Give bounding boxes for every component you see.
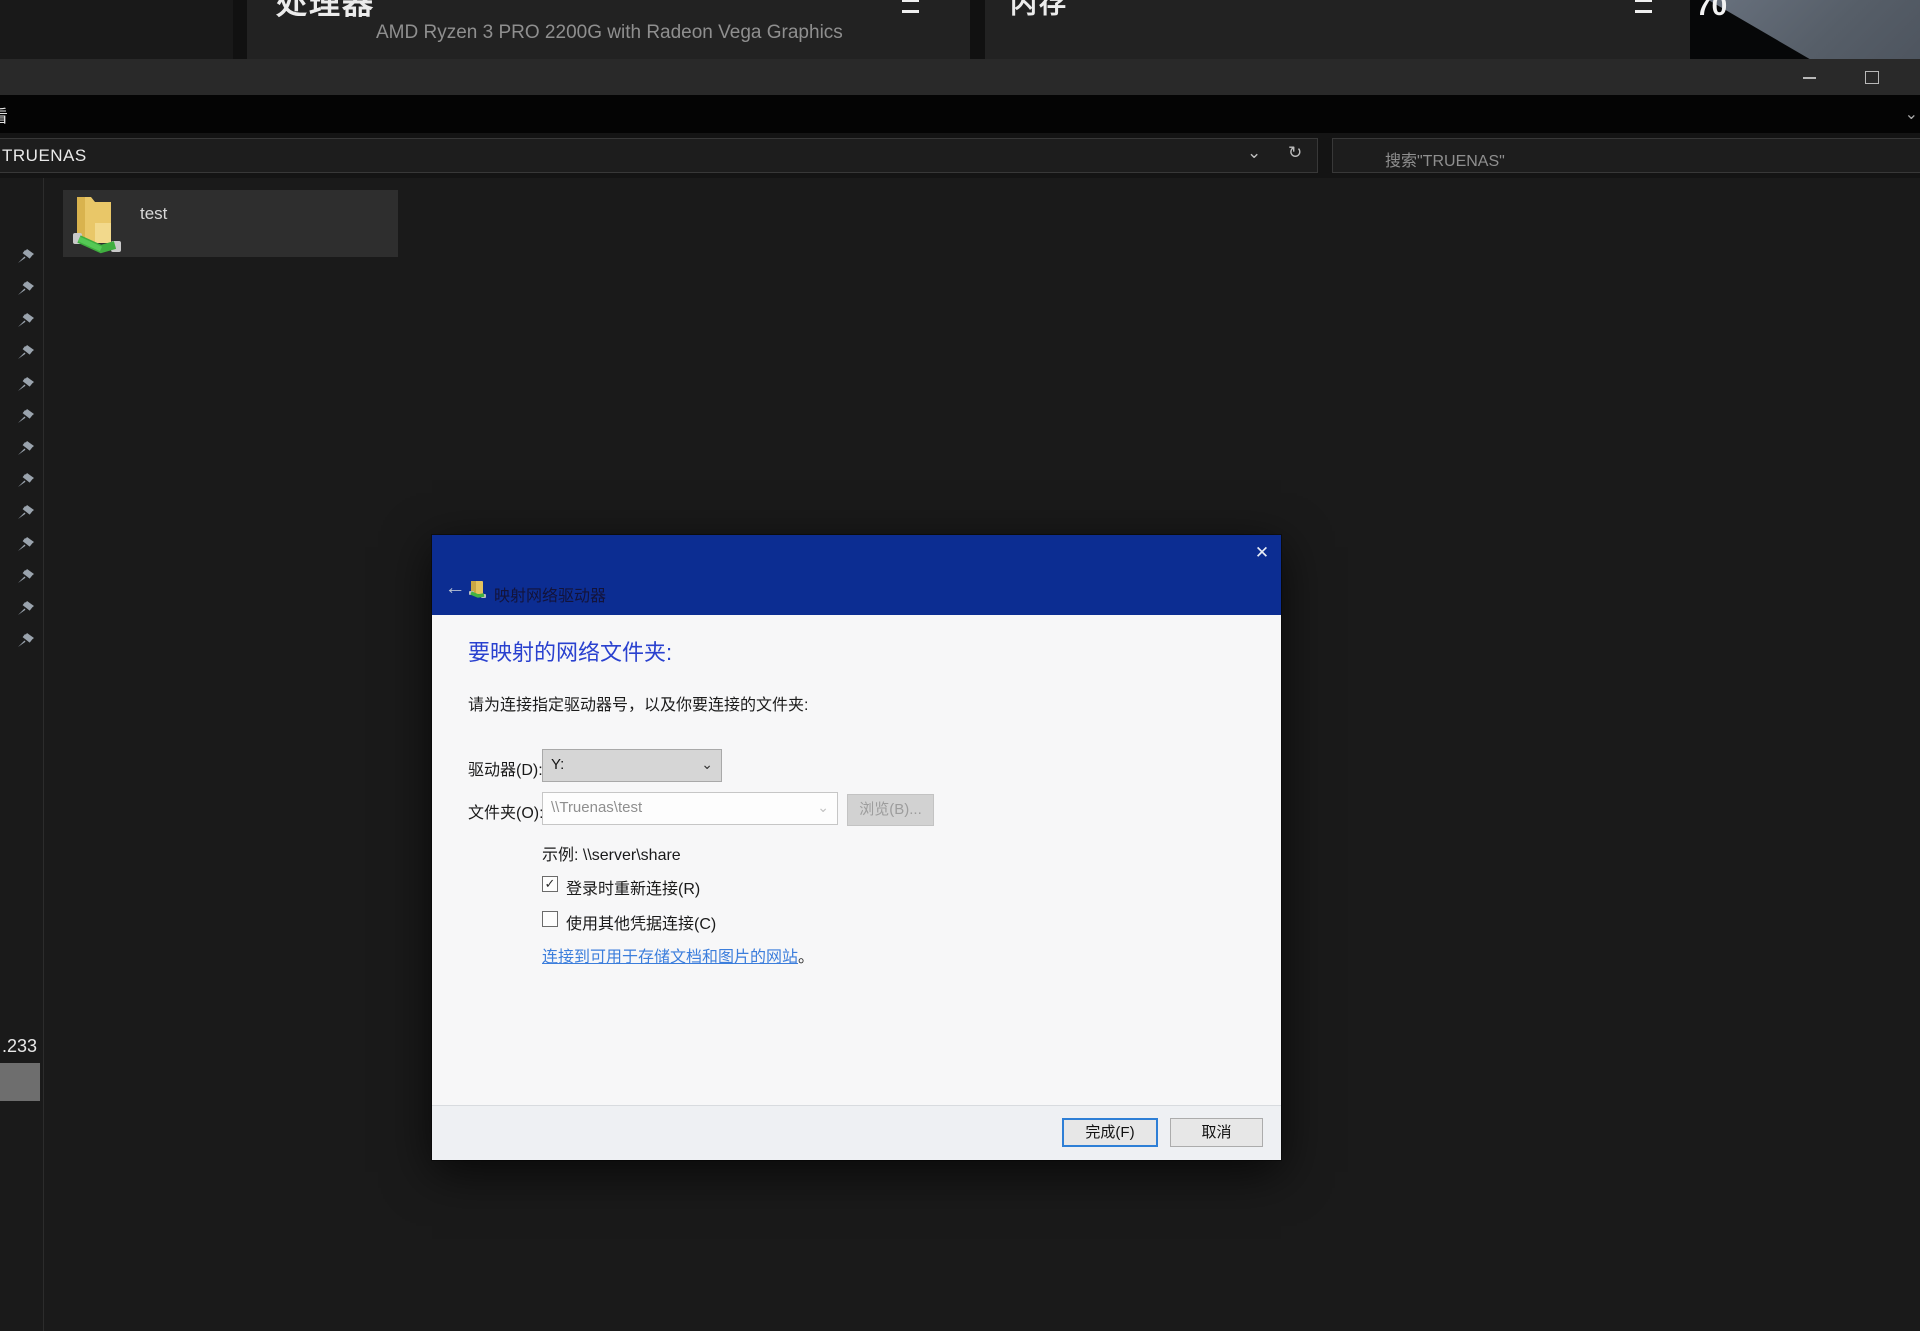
dialog-subtitle: 请为连接指定驱动器号，以及你要连接的文件夹: (468, 697, 809, 714)
wallpaper-partial-text: 70 (1696, 0, 1728, 21)
pin-icon[interactable] (15, 310, 37, 332)
address-bar[interactable]: TRUENAS ⌄ ↻ (0, 138, 1318, 173)
explorer-menubar: 看 ⌄ (0, 95, 1920, 133)
search-text: 搜索"TRUENAS" (1385, 153, 1505, 170)
drive-select[interactable]: Y: ⌄ (542, 749, 722, 782)
website-link-row: 连接到可用于存储文档和图片的网站。 (542, 943, 814, 967)
pin-icon[interactable] (15, 374, 37, 396)
example-text: 示例: \\server\share (542, 847, 681, 864)
pin-icon[interactable] (15, 438, 37, 460)
screen: 处理器 AMD Ryzen 3 PRO 2200G with Radeon Ve… (0, 0, 1920, 1331)
cpu-pane-title: 处理器 (276, 0, 375, 21)
minimize-icon (1803, 77, 1816, 79)
menu-icon[interactable] (902, 0, 919, 13)
folder-combobox[interactable]: \\Truenas\test ⌄ (542, 792, 838, 825)
explorer-titlebar (0, 59, 1920, 95)
menu-item-view-partial[interactable]: 看 (0, 102, 8, 127)
pin-icon[interactable] (15, 534, 37, 556)
dialog-footer: 完成(F) 取消 (432, 1105, 1281, 1160)
dialog-titlebar: ✕ ← 映射网络驱动器 (432, 535, 1281, 615)
search-box[interactable]: 搜索"TRUENAS" (1332, 138, 1920, 173)
pin-icon[interactable] (15, 246, 37, 268)
chevron-down-icon: ⌄ (701, 756, 713, 772)
pin-icon[interactable] (15, 502, 37, 524)
pane-divider (970, 0, 985, 59)
sidebar-item-ip-partial[interactable]: .233 (2, 1036, 37, 1057)
file-name: test (140, 204, 168, 223)
explorer-navigation-row: TRUENAS ⌄ ↻ 搜索"TRUENAS" (0, 133, 1920, 178)
cpu-pane-subtitle: AMD Ryzen 3 PRO 2200G with Radeon Vega G… (376, 22, 843, 43)
folder-label: 文件夹(O): (468, 805, 544, 822)
link-suffix: 。 (798, 949, 815, 966)
maximize-icon (1865, 71, 1879, 84)
file-item-test[interactable]: test (63, 190, 398, 257)
reconnect-label: 登录时重新连接(R) (566, 881, 701, 898)
menu-icon[interactable] (1635, 0, 1652, 13)
map-drive-icon (469, 581, 486, 598)
cpu-pane: 处理器 AMD Ryzen 3 PRO 2200G with Radeon Ve… (247, 0, 970, 59)
dialog-title: 映射网络驱动器 (494, 588, 607, 605)
finish-button[interactable]: 完成(F) (1062, 1118, 1158, 1147)
memory-pane-title: 内存 (1010, 0, 1068, 19)
map-network-drive-dialog: ✕ ← 映射网络驱动器 要映射的网络文件夹: 请为连接指定驱动器号，以及你要连接… (432, 535, 1281, 1160)
browse-button[interactable]: 浏览(B)... (847, 794, 934, 826)
drive-label: 驱动器(D): (468, 762, 543, 779)
connect-website-link[interactable]: 连接到可用于存储文档和图片的网站 (542, 949, 798, 966)
chevron-down-icon: ⌄ (817, 799, 829, 815)
pin-icon[interactable] (15, 566, 37, 588)
pin-icon[interactable] (15, 470, 37, 492)
credentials-label: 使用其他凭据连接(C) (566, 916, 717, 933)
navigation-sidebar: .233 (0, 178, 44, 1331)
pin-icon[interactable] (15, 278, 37, 300)
checkbox-icon[interactable]: ✓ (542, 876, 558, 892)
drive-selected-value: Y: (551, 756, 565, 773)
refresh-icon[interactable]: ↻ (1288, 143, 1302, 163)
background-left-panel (0, 0, 233, 59)
pin-icon[interactable] (15, 406, 37, 428)
checkbox-icon[interactable]: ✓ (542, 911, 558, 927)
back-arrow-icon[interactable]: ← (440, 575, 470, 601)
network-folder-icon (73, 197, 121, 254)
pin-icon[interactable] (15, 630, 37, 652)
memory-pane: 内存 (985, 0, 1690, 59)
background-task-manager-strip: 处理器 AMD Ryzen 3 PRO 2200G with Radeon Ve… (0, 0, 1920, 59)
desktop-wallpaper: 70 (1690, 0, 1920, 59)
minimize-button[interactable] (1795, 68, 1823, 88)
pin-icon[interactable] (15, 598, 37, 620)
sidebar-selected-item-fragment[interactable] (0, 1063, 40, 1101)
close-icon[interactable]: ✕ (1250, 541, 1274, 565)
pane-divider (233, 0, 247, 59)
address-dropdown-icon[interactable]: ⌄ (1247, 143, 1261, 163)
dialog-body: 要映射的网络文件夹: 请为连接指定驱动器号，以及你要连接的文件夹: 驱动器(D)… (432, 615, 1281, 1105)
folder-value: \\Truenas\test (551, 799, 643, 816)
cancel-button[interactable]: 取消 (1170, 1118, 1263, 1147)
maximize-button[interactable] (1857, 68, 1885, 88)
ribbon-collapse-icon[interactable]: ⌄ (1905, 104, 1918, 124)
dialog-heading: 要映射的网络文件夹: (468, 640, 673, 665)
pin-icon[interactable] (15, 342, 37, 364)
address-path: TRUENAS (2, 146, 87, 165)
